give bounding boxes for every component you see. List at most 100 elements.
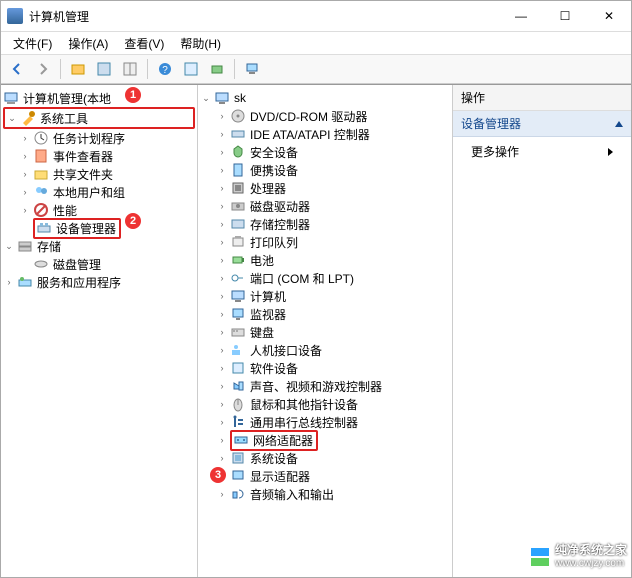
devices-button[interactable]: [205, 57, 229, 81]
expand-toggle[interactable]: ›: [216, 254, 228, 266]
expand-toggle[interactable]: ›: [19, 168, 31, 180]
usb-icon: [230, 414, 246, 430]
software-icon: [230, 360, 246, 376]
device-root[interactable]: ⌄ sk: [200, 89, 450, 107]
computer-management-icon: [3, 90, 19, 106]
expand-toggle[interactable]: ›: [216, 362, 228, 374]
tree-device-manager[interactable]: ·设备管理器: [3, 219, 195, 237]
device-category[interactable]: ›音频输入和输出: [200, 485, 450, 503]
security-icon: [230, 144, 246, 160]
actions-header: 操作: [453, 85, 631, 111]
device-category[interactable]: ›电池: [200, 251, 450, 269]
tree-label: 计算机管理(本地: [21, 90, 113, 107]
expand-toggle[interactable]: ›: [216, 182, 228, 194]
forward-button[interactable]: [31, 57, 55, 81]
computer-button[interactable]: [240, 57, 264, 81]
device-category[interactable]: ›计算机: [200, 287, 450, 305]
expand-toggle[interactable]: ›: [216, 110, 228, 122]
expand-toggle[interactable]: ›: [216, 146, 228, 158]
device-category[interactable]: ›存储控制器: [200, 215, 450, 233]
expand-toggle[interactable]: ›: [216, 272, 228, 284]
tree-task-scheduler[interactable]: ›任务计划程序: [3, 129, 195, 147]
tree-system-tools[interactable]: ⌄ 系统工具: [3, 107, 195, 129]
device-category[interactable]: › 软件设备: [200, 359, 450, 377]
expand-toggle[interactable]: ›: [216, 398, 228, 410]
close-button[interactable]: ✕: [587, 1, 631, 31]
expand-toggle[interactable]: ⌄: [6, 112, 18, 124]
expand-toggle[interactable]: ⌄: [3, 240, 15, 252]
expand-toggle[interactable]: ›: [216, 452, 228, 464]
tree-services-apps[interactable]: › 服务和应用程序: [3, 273, 195, 291]
help-button[interactable]: ?: [153, 57, 177, 81]
device-category[interactable]: › 磁盘驱动器: [200, 197, 450, 215]
device-category[interactable]: ›IDE ATA/ATAPI 控制器: [200, 125, 450, 143]
refresh-button[interactable]: [179, 57, 203, 81]
properties-button[interactable]: [92, 57, 116, 81]
device-category[interactable]: › 鼠标和其他指针设备: [200, 395, 450, 413]
device-category[interactable]: ›处理器: [200, 179, 450, 197]
tree-storage[interactable]: ⌄ 存储: [3, 237, 195, 255]
scope-panel[interactable]: 1 2 计算机管理(本地 ⌄ 系统工具: [1, 85, 198, 577]
device-category[interactable]: ›DVD/CD-ROM 驱动器: [200, 107, 450, 125]
expand-toggle[interactable]: ›: [216, 434, 228, 446]
expand-toggle[interactable]: ›: [216, 236, 228, 248]
menu-file[interactable]: 文件(F): [5, 33, 60, 54]
device-category[interactable]: ›显示适配器: [200, 467, 450, 485]
tree-root-computer-management[interactable]: 计算机管理(本地: [3, 89, 195, 107]
tree-local-users[interactable]: ›本地用户和组: [3, 183, 195, 201]
maximize-button[interactable]: ☐: [543, 1, 587, 31]
device-category[interactable]: › 打印队列: [200, 233, 450, 251]
device-category[interactable]: › 通用串行总线控制器: [200, 413, 450, 431]
callout-2: 2: [125, 213, 141, 229]
menu-view[interactable]: 查看(V): [116, 33, 172, 54]
tree-event-viewer[interactable]: ›事件查看器: [3, 147, 195, 165]
expand-toggle[interactable]: ›: [216, 344, 228, 356]
device-tree-panel[interactable]: 3 ⌄ sk ›DVD/CD-ROM 驱动器›IDE ATA/ATAPI 控制器…: [198, 85, 453, 577]
tree-label: 软件设备: [248, 360, 300, 377]
tree-label: 鼠标和其他指针设备: [248, 396, 360, 413]
expand-toggle[interactable]: ›: [216, 326, 228, 338]
actions-context[interactable]: 设备管理器: [453, 111, 631, 137]
expand-toggle[interactable]: ⌄: [200, 92, 212, 104]
back-button[interactable]: [5, 57, 29, 81]
expand-toggle[interactable]: ›: [216, 416, 228, 428]
device-category[interactable]: ›监视器: [200, 305, 450, 323]
device-category[interactable]: ›便携设备: [200, 161, 450, 179]
menu-help[interactable]: 帮助(H): [172, 33, 229, 54]
panel-button[interactable]: [118, 57, 142, 81]
minimize-button[interactable]: —: [499, 1, 543, 31]
expand-toggle[interactable]: ›: [216, 488, 228, 500]
device-category[interactable]: ›网络适配器: [200, 431, 450, 449]
expand-toggle[interactable]: ›: [216, 290, 228, 302]
tree-performance[interactable]: ›性能: [3, 201, 195, 219]
tree-disk-management[interactable]: ·磁盘管理: [3, 255, 195, 273]
expand-toggle[interactable]: ›: [19, 186, 31, 198]
expand-toggle[interactable]: ›: [216, 308, 228, 320]
actions-more[interactable]: 更多操作: [453, 137, 631, 166]
up-button[interactable]: [66, 57, 90, 81]
tree-label: 磁盘驱动器: [248, 198, 312, 215]
expand-toggle[interactable]: ›: [216, 218, 228, 230]
tree-label: 通用串行总线控制器: [248, 414, 360, 431]
svg-text:?: ?: [162, 65, 168, 76]
expand-toggle[interactable]: ›: [19, 132, 31, 144]
tree-label: 显示适配器: [248, 468, 312, 485]
expand-toggle[interactable]: ›: [3, 276, 15, 288]
expand-toggle[interactable]: ›: [216, 200, 228, 212]
expand-toggle[interactable]: ›: [216, 128, 228, 140]
device-category[interactable]: ›安全设备: [200, 143, 450, 161]
device-category[interactable]: ›端口 (COM 和 LPT): [200, 269, 450, 287]
device-category[interactable]: ›声音、视频和游戏控制器: [200, 377, 450, 395]
device-category[interactable]: ›键盘: [200, 323, 450, 341]
expand-toggle[interactable]: ›: [19, 150, 31, 162]
tree-label: 打印队列: [248, 234, 300, 251]
device-category[interactable]: ›系统设备: [200, 449, 450, 467]
tree-label: 人机接口设备: [248, 342, 324, 359]
expand-toggle[interactable]: ›: [216, 380, 228, 392]
expand-toggle[interactable]: ›: [19, 204, 31, 216]
computer-icon: [214, 90, 230, 106]
menu-action[interactable]: 操作(A): [60, 33, 116, 54]
device-category[interactable]: › 人机接口设备: [200, 341, 450, 359]
expand-toggle[interactable]: ›: [216, 164, 228, 176]
tree-shared-folders[interactable]: ›共享文件夹: [3, 165, 195, 183]
